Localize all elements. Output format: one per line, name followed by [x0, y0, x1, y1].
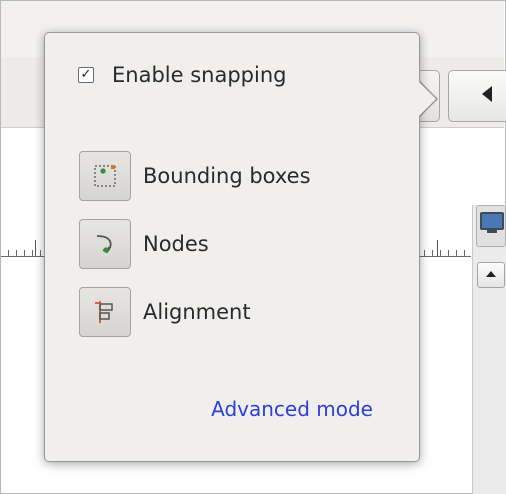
snap-bounding-boxes-option[interactable]: Bounding boxes	[79, 151, 311, 201]
scroll-up-button[interactable]	[477, 262, 505, 288]
checkmark-icon: ✓	[80, 67, 92, 82]
popover-pointer-fill	[418, 81, 436, 117]
vertical-scrollbar[interactable]	[472, 205, 506, 494]
snap-nodes-option[interactable]: Nodes	[79, 219, 209, 269]
alignment-icon	[95, 301, 113, 323]
bounding-box-icon	[94, 165, 116, 187]
enable-snapping-checkbox[interactable]: ✓	[78, 67, 94, 83]
snap-bounding-boxes-button[interactable]	[79, 151, 131, 201]
arrow-left-icon	[482, 86, 492, 102]
enable-snapping-toggle[interactable]: ✓ Enable snapping	[78, 63, 286, 87]
advanced-mode-link[interactable]: Advanced mode	[211, 397, 373, 421]
node-icon	[96, 235, 112, 254]
enable-snapping-label: Enable snapping	[112, 63, 287, 87]
toolbar-scroll-button[interactable]	[448, 70, 506, 122]
snap-popover: ✓ Enable snapping Bounding boxes Nodes A…	[44, 32, 420, 462]
alignment-label: Alignment	[143, 300, 251, 324]
bounding-boxes-label: Bounding boxes	[143, 164, 311, 188]
snap-nodes-button[interactable]	[79, 219, 131, 269]
snap-alignment-option[interactable]: Alignment	[79, 287, 251, 337]
snap-alignment-button[interactable]	[79, 287, 131, 337]
nodes-label: Nodes	[143, 232, 209, 256]
monitor-icon	[480, 212, 504, 233]
